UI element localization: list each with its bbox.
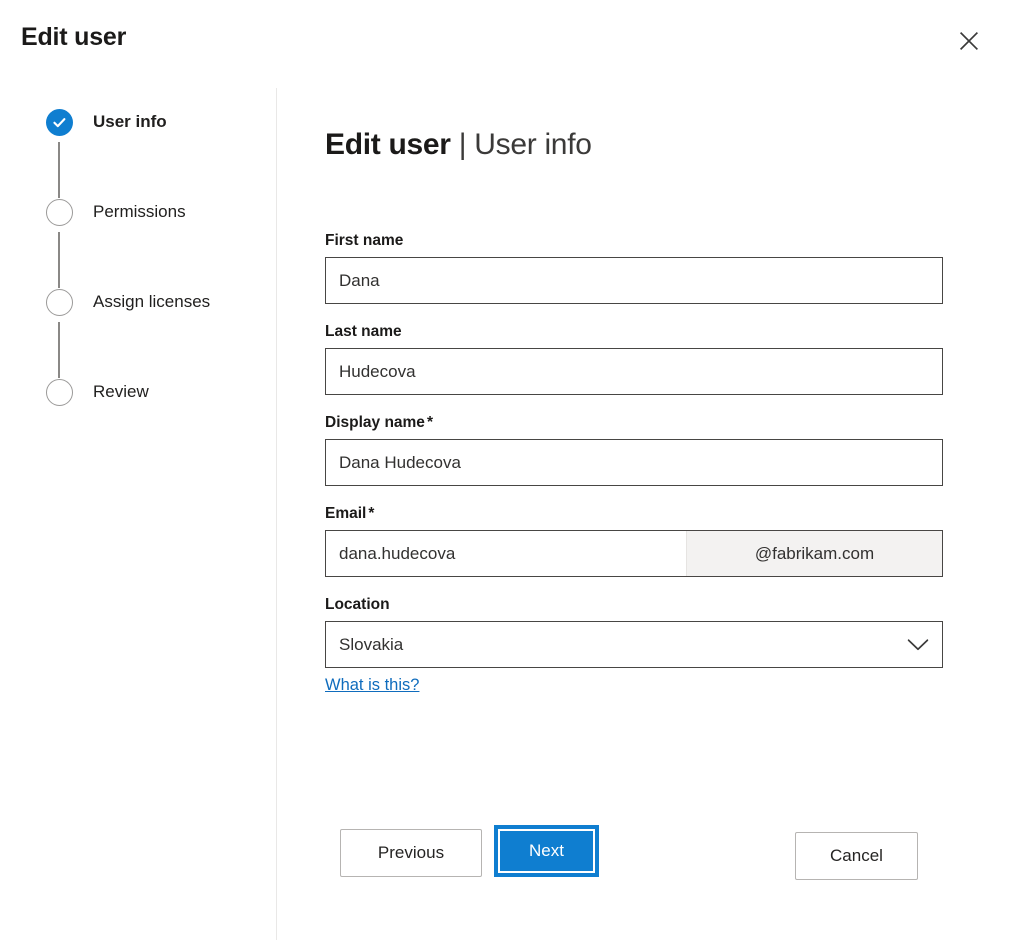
previous-button[interactable]: Previous bbox=[340, 829, 482, 877]
display-name-label: Display name* bbox=[325, 413, 943, 433]
sidebar-item-assign-licenses[interactable]: Assign licenses bbox=[45, 288, 270, 378]
step-marker-assign-licenses bbox=[45, 288, 73, 316]
email-input[interactable] bbox=[326, 531, 686, 576]
required-marker: * bbox=[368, 505, 374, 522]
window-title: Edit user bbox=[21, 23, 126, 52]
email-label-text: Email bbox=[325, 505, 366, 522]
location-select-value: Slovakia bbox=[339, 635, 403, 655]
last-name-input[interactable] bbox=[325, 348, 943, 395]
display-name-input[interactable] bbox=[325, 439, 943, 486]
first-name-label: First name bbox=[325, 231, 943, 251]
field-display-name: Display name* bbox=[325, 413, 943, 486]
what-is-this-link[interactable]: What is this? bbox=[325, 676, 419, 695]
sidebar-item-permissions[interactable]: Permissions bbox=[45, 198, 270, 288]
step-marker-user-info bbox=[45, 108, 73, 136]
first-name-label-text: First name bbox=[325, 232, 403, 249]
display-name-label-text: Display name bbox=[325, 414, 425, 431]
location-label-text: Location bbox=[325, 596, 390, 613]
page-title-strong: Edit user bbox=[325, 128, 451, 161]
field-last-name: Last name bbox=[325, 322, 943, 395]
field-email: Email* @fabrikam.com bbox=[325, 504, 943, 577]
step-marker-review bbox=[45, 378, 73, 406]
last-name-label: Last name bbox=[325, 322, 943, 342]
step-connector bbox=[58, 142, 60, 198]
wizard-stepper: User info Permissions Assign licenses Re… bbox=[45, 108, 270, 468]
user-info-form: First name Last name Display name* Email… bbox=[325, 231, 943, 695]
location-label: Location bbox=[325, 595, 943, 615]
sidebar-item-label: Permissions bbox=[93, 198, 186, 225]
close-icon bbox=[958, 30, 980, 52]
email-input-group: @fabrikam.com bbox=[325, 530, 943, 577]
step-connector bbox=[58, 322, 60, 378]
next-button[interactable]: Next bbox=[494, 825, 599, 877]
panel-divider bbox=[276, 88, 277, 940]
page-title-separator: | bbox=[459, 128, 467, 161]
field-location: Location Slovakia What is this? bbox=[325, 595, 943, 695]
sidebar-item-label: Review bbox=[93, 378, 149, 405]
page-title: Edit user | User info bbox=[325, 128, 592, 162]
sidebar-item-user-info[interactable]: User info bbox=[45, 108, 270, 198]
close-button[interactable] bbox=[952, 24, 986, 58]
circle-icon bbox=[46, 199, 73, 226]
cancel-button[interactable]: Cancel bbox=[795, 832, 918, 880]
location-select[interactable]: Slovakia bbox=[325, 621, 943, 668]
field-first-name: First name bbox=[325, 231, 943, 304]
last-name-label-text: Last name bbox=[325, 323, 402, 340]
circle-icon bbox=[46, 379, 73, 406]
wizard-footer: Previous Next Cancel bbox=[325, 829, 943, 889]
circle-icon bbox=[46, 289, 73, 316]
sidebar-item-label: User info bbox=[93, 108, 167, 135]
sidebar-item-label: Assign licenses bbox=[93, 288, 210, 315]
check-icon bbox=[46, 109, 73, 136]
step-connector bbox=[58, 232, 60, 288]
email-label: Email* bbox=[325, 504, 943, 524]
page-title-sub: User info bbox=[474, 128, 591, 161]
required-marker: * bbox=[427, 414, 433, 431]
step-marker-permissions bbox=[45, 198, 73, 226]
email-domain-suffix: @fabrikam.com bbox=[686, 531, 942, 576]
sidebar-item-review[interactable]: Review bbox=[45, 378, 270, 468]
first-name-input[interactable] bbox=[325, 257, 943, 304]
location-select-wrap: Slovakia bbox=[325, 621, 943, 668]
window-header: Edit user bbox=[0, 0, 1014, 82]
